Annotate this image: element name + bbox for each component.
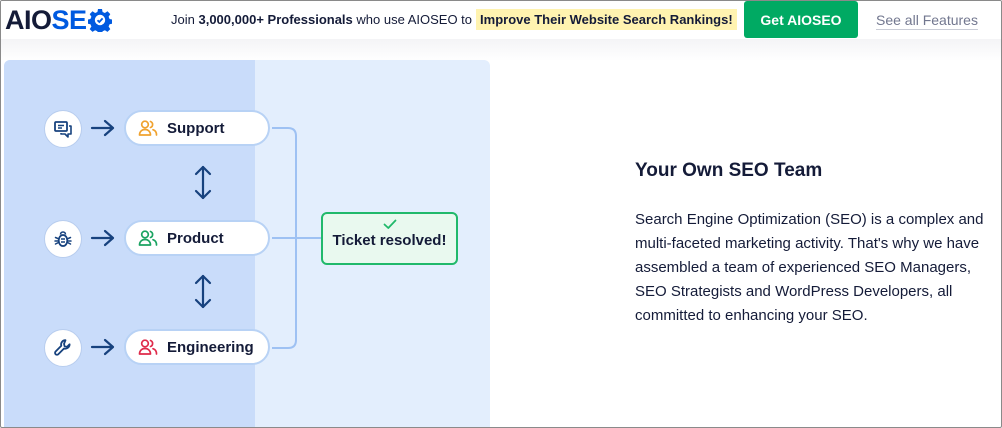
chat-icon-circle [44, 110, 82, 148]
promo-text: Join 3,000,000+ Professionals who use AI… [171, 9, 737, 30]
users-icon [138, 230, 158, 246]
logo-text-aio: AIO [5, 4, 52, 35]
team-pill-product: Product [124, 220, 270, 256]
logo-text-seo: SE [52, 5, 112, 36]
arrow-right-icon [90, 119, 115, 137]
section-description: Search Engine Optimization (SEO) is a co… [635, 211, 984, 324]
promo-middle: who use AIOSEO to [356, 12, 473, 27]
promo-highlight: Improve Their Website Search Rankings! [476, 9, 737, 30]
wrench-icon [54, 339, 71, 356]
team-label: Support [167, 119, 225, 137]
team-label: Engineering [167, 338, 254, 356]
wrench-icon-circle [44, 329, 82, 367]
users-icon [138, 339, 158, 355]
team-label: Product [167, 229, 224, 247]
page-frame: AIO SE Join 3,000,000+ Professionals who… [0, 0, 1002, 428]
chat-icon [54, 121, 72, 138]
users-icon [138, 120, 158, 136]
promo-prefix: Join [171, 12, 195, 27]
logo-text-se: SE [51, 4, 88, 35]
see-all-features-link[interactable]: See all Features [876, 12, 978, 28]
double-arrow-icon [194, 165, 212, 200]
check-icon [383, 219, 396, 229]
get-aioseo-button[interactable]: Get AIOSEO [744, 1, 858, 38]
ticket-resolved-label: Ticket resolved! [332, 232, 447, 249]
aioseo-logo[interactable]: AIO SE [5, 5, 112, 35]
double-arrow-icon [194, 274, 212, 309]
team-pill-support: Support [124, 110, 270, 146]
bug-icon-circle [44, 220, 82, 258]
header-shadow [1, 39, 1001, 61]
section-title: Your Own SEO Team [635, 160, 823, 181]
gear-icon [87, 9, 112, 32]
seo-team-illustration: Support Product Engineering Ticket resol… [4, 60, 490, 427]
arrow-right-icon [90, 338, 115, 356]
team-pill-engineering: Engineering [124, 329, 270, 365]
promo-count: 3,000,000+ Professionals [198, 12, 353, 27]
bug-icon [54, 231, 72, 247]
announcement-bar: AIO SE Join 3,000,000+ Professionals who… [1, 1, 1001, 39]
arrow-right-icon [90, 229, 115, 247]
ticket-resolved-card: Ticket resolved! [321, 212, 458, 265]
